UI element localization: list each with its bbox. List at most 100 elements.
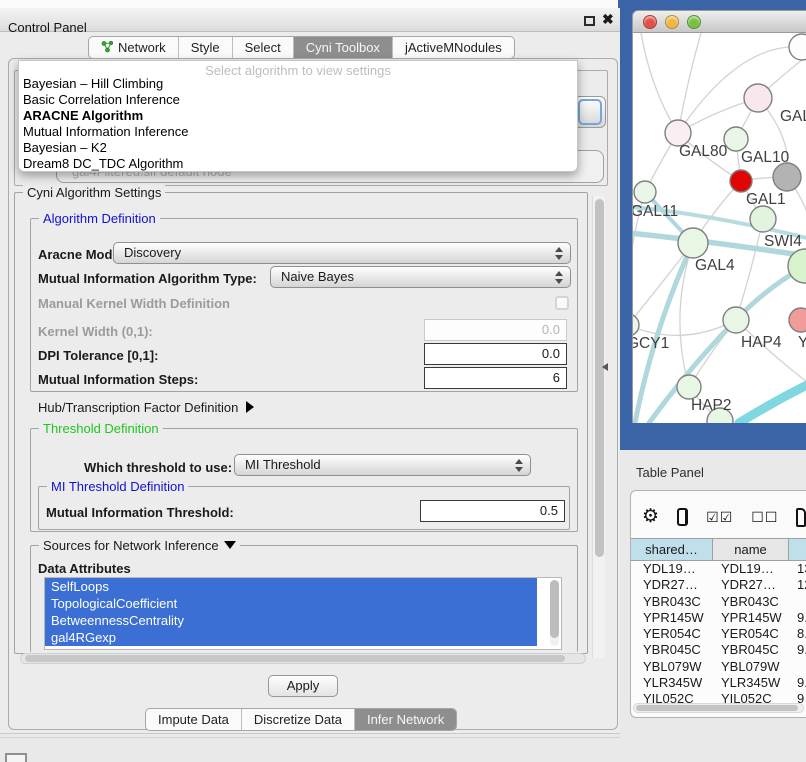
attribute-item-selfloops[interactable]: SelfLoops: [45, 578, 537, 595]
network-edge[interactable]: [641, 33, 678, 133]
column-header-a[interactable]: A: [789, 539, 806, 561]
tab-label: jActiveMNodules: [405, 40, 502, 55]
minimize-traffic-light[interactable]: [665, 15, 679, 29]
aracne-mode-combo[interactable]: Discovery: [113, 242, 571, 264]
settings-hscrollbar[interactable]: [20, 653, 586, 664]
float-window-icon[interactable]: [584, 16, 595, 26]
mi-type-combo[interactable]: Naive Bayes: [270, 266, 571, 288]
network-edge[interactable]: [678, 33, 701, 133]
table-cell: 9.: [789, 610, 806, 626]
attribute-item-betweennesscentrality[interactable]: BetweennessCentrality: [45, 612, 537, 629]
column-header-shared-[interactable]: shared…: [631, 539, 713, 561]
table-cell: YIL052C: [631, 691, 713, 703]
table-row[interactable]: YER054CYER054C8.: [631, 626, 806, 642]
kernel-width-label: Kernel Width (0,1):: [38, 324, 153, 339]
control-panel-titlebar: Control Panel: [0, 8, 620, 32]
tab-impute-data[interactable]: Impute Data: [146, 709, 242, 730]
table-row[interactable]: YDL19…YDL19…13: [631, 561, 806, 577]
collapse-down-icon: [224, 541, 236, 549]
tab-network[interactable]: Network: [89, 37, 179, 58]
expand-right-icon: [246, 401, 254, 413]
data-attributes-label: Data Attributes: [38, 561, 131, 576]
attribute-item-topologicalcoefficient[interactable]: TopologicalCoefficient: [45, 595, 537, 612]
node-label-gal11: GAL11: [633, 203, 678, 220]
tab-label: Style: [191, 40, 220, 55]
network-node-gcy1[interactable]: [633, 314, 639, 336]
table-cell: YER054C: [631, 626, 713, 642]
mi-threshold-field[interactable]: 0.5: [420, 500, 565, 522]
network-node-swi4[interactable]: [750, 206, 776, 232]
settings-group-title: Cyni Algorithm Settings: [23, 185, 165, 200]
manual-kernel-checkbox[interactable]: [555, 296, 569, 310]
table-row[interactable]: YPR145WYPR145W9.: [631, 610, 806, 626]
minimized-panel-icon[interactable]: [5, 753, 27, 762]
network-node-hap4[interactable]: [723, 307, 749, 333]
algorithm-option-basic-correlation-inference[interactable]: Basic Correlation Inference: [19, 92, 577, 108]
close-traffic-light[interactable]: [643, 15, 657, 29]
network-node-gray-node[interactable]: [773, 163, 801, 191]
tab-style[interactable]: Style: [179, 37, 233, 58]
network-node-unnamed-top[interactable]: [789, 34, 806, 60]
table-row[interactable]: YBL079WYBL079W: [631, 659, 806, 675]
deselect-all-icon[interactable]: ☐☐: [751, 509, 778, 526]
table-cell: [789, 659, 806, 675]
tab-select[interactable]: Select: [233, 37, 294, 58]
network-node-gal-partial[interactable]: [744, 84, 772, 112]
table-row[interactable]: YBR043CYBR043C: [631, 594, 806, 610]
algorithm-option-aracne-algorithm[interactable]: ARACNE Algorithm: [19, 108, 577, 124]
table-row[interactable]: YBR045CYBR045C9.: [631, 642, 806, 658]
algorithm-option-mutual-information-inference[interactable]: Mutual Information Inference: [19, 124, 577, 140]
tab-cyni-toolbox[interactable]: Cyni Toolbox: [294, 37, 393, 58]
columns-icon[interactable]: [677, 508, 688, 526]
tab-discretize-data[interactable]: Discretize Data: [242, 709, 355, 730]
node-label-gal4: GAL4: [695, 257, 735, 274]
select-all-icon[interactable]: ☑☑: [706, 509, 733, 526]
sources-title[interactable]: Sources for Network Inference: [39, 538, 240, 553]
table-cell: YBR045C: [631, 642, 713, 658]
node-label-gal1: GAL1: [746, 191, 786, 208]
table-row[interactable]: YIL052CYIL052C9: [631, 691, 806, 703]
algorithm-option-bayesian-hill-climbing[interactable]: Bayesian – Hill Climbing: [19, 76, 577, 92]
table-cell: YPR145W: [713, 610, 789, 626]
network-canvas[interactable]: GALGAL80GAL10GAL1GAL11SWI4GAL4GCY1HAP4YH…: [632, 33, 806, 423]
table-row[interactable]: YLR345WYLR345W9.: [631, 675, 806, 691]
table-hscrollbar[interactable]: [633, 703, 804, 713]
threshold-definition-title: Threshold Definition: [39, 421, 163, 436]
tab-label: Discretize Data: [254, 712, 342, 727]
tab-jactivemnodules[interactable]: jActiveMNodules: [393, 37, 514, 58]
attribute-item-gal4rgexp[interactable]: gal4RGexp: [45, 629, 537, 646]
column-header-name[interactable]: name: [713, 539, 789, 561]
kernel-width-field[interactable]: 0.0: [424, 319, 567, 341]
dpi-tolerance-field[interactable]: 0.0: [424, 343, 567, 365]
attributes-list[interactable]: SelfLoopsTopologicalCoefficientBetweenne…: [44, 577, 562, 650]
network-node-gal4[interactable]: [678, 228, 708, 258]
tab-infer-network[interactable]: Infer Network: [355, 709, 456, 730]
apply-button[interactable]: Apply: [268, 675, 338, 697]
sources-title-text: Sources for Network Inference: [43, 538, 219, 553]
table-cell: YLR345W: [631, 675, 713, 691]
close-icon[interactable]: ✖: [602, 11, 614, 28]
attributes-scrollbar[interactable]: [550, 580, 559, 646]
hub-definition-expander[interactable]: Hub/Transcription Factor Definition: [38, 400, 254, 415]
settings-vscrollbar[interactable]: [592, 196, 605, 658]
network-edge[interactable]: [739, 385, 806, 423]
network-node-gal11[interactable]: [634, 181, 656, 203]
algorithm-option-dream8-dc-tdc-algorithm[interactable]: Dream8 DC_TDC Algorithm: [19, 156, 577, 172]
which-threshold-combo[interactable]: MI Threshold: [234, 454, 531, 476]
gear-icon[interactable]: ⚙: [642, 507, 659, 527]
node-label-swi4: SWI4: [764, 233, 802, 250]
network-node-hap2[interactable]: [677, 375, 701, 399]
network-node-gal10[interactable]: [724, 127, 748, 151]
zoom-traffic-light[interactable]: [687, 15, 701, 29]
table-row[interactable]: YDR27…YDR27…12: [631, 577, 806, 593]
network-window-titlebar[interactable]: [632, 10, 806, 33]
network-node-gal1[interactable]: [730, 170, 752, 192]
new-column-icon[interactable]: [796, 508, 806, 527]
splitter-arrow-icon[interactable]: [602, 363, 608, 371]
which-threshold-value: MI Threshold: [245, 457, 321, 472]
table-body: YDL19…YDL19…13YDR27…YDR27…12YBR043CYBR04…: [631, 561, 806, 703]
mi-steps-field[interactable]: 6: [424, 367, 567, 389]
network-node-salmon-node[interactable]: [789, 308, 806, 332]
algorithm-option-bayesian-k2[interactable]: Bayesian – K2: [19, 140, 577, 156]
table-cell: YPR145W: [631, 610, 713, 626]
